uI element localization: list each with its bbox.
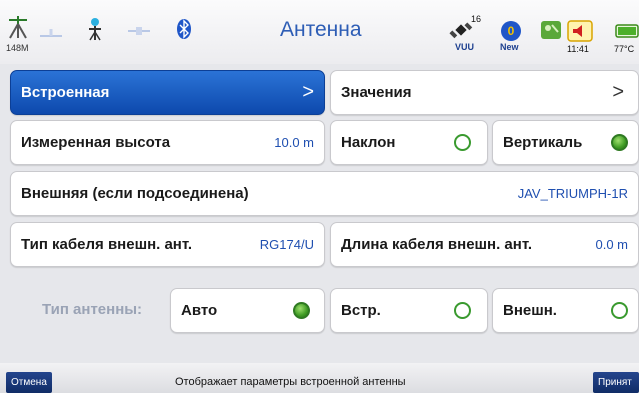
tilt-radio-icon: [454, 134, 471, 151]
measured-height-value: 10.0 m: [274, 135, 314, 150]
wifi-icon: [40, 29, 62, 37]
tilt-label: Наклон: [341, 134, 396, 151]
vertical-label: Вертикаль: [503, 134, 583, 151]
vertical-radio-icon: [611, 134, 628, 151]
cable-length-value: 0.0 m: [595, 237, 628, 252]
vertical-radio-button[interactable]: Вертикаль: [492, 120, 639, 165]
values-label: Значения: [341, 84, 412, 101]
svg-text:0: 0: [508, 24, 515, 38]
builtin-short-radio-icon: [454, 302, 471, 319]
satellite-count: 16: [471, 14, 482, 24]
bluetooth-icon[interactable]: [176, 18, 192, 40]
auto-radio-icon: [293, 302, 310, 319]
external-antenna-label: Внешняя (если подсоединена): [21, 185, 249, 202]
status-bar: 148M Антенна 16 VUU 0 New 11:41 77°C: [0, 0, 639, 64]
builtin-antenna-label: Встроенная: [21, 84, 110, 101]
new-info-icon[interactable]: 0: [500, 20, 522, 42]
cable-type-field[interactable]: Тип кабеля внешн. ант. RG174/U: [10, 222, 325, 267]
builtin-short-label: Встр.: [341, 302, 381, 319]
new-label: New: [500, 42, 519, 52]
battery-icon: [615, 24, 639, 38]
accept-button[interactable]: Принят: [593, 372, 639, 393]
chevron-right-icon: >: [302, 81, 314, 103]
builtin-short-radio-button[interactable]: Встр.: [330, 288, 488, 333]
radio-antenna-icon: [89, 18, 101, 41]
page-title: Антенна: [280, 18, 362, 41]
map-icon[interactable]: [540, 20, 562, 40]
antenna-tripod-icon: [9, 16, 27, 39]
tilt-radio-button[interactable]: Наклон: [330, 120, 488, 165]
hint-text: Отображает параметры встроенной антенны: [175, 376, 406, 388]
cable-length-label: Длина кабеля внешн. ант.: [341, 236, 533, 253]
network-icon: [128, 27, 150, 35]
external-short-radio-button[interactable]: Внешн.: [492, 288, 639, 333]
antenna-type-label: Тип антенны:: [42, 301, 143, 318]
builtin-antenna-button[interactable]: Встроенная >: [10, 70, 325, 115]
cable-length-field[interactable]: Длина кабеля внешн. ант. 0.0 m: [330, 222, 639, 267]
external-antenna-value: JAV_TRIUMPH-1R: [517, 186, 628, 201]
values-button[interactable]: Значения >: [330, 70, 639, 115]
measured-height-field[interactable]: Измеренная высота 10.0 m: [10, 120, 325, 165]
external-short-label: Внешн.: [503, 302, 557, 319]
chevron-right-icon: >: [612, 81, 624, 103]
auto-label: Авто: [181, 302, 218, 319]
cancel-button[interactable]: Отмена: [6, 372, 52, 393]
external-antenna-button[interactable]: Внешняя (если подсоединена) JAV_TRIUMPH-…: [10, 171, 639, 216]
measured-height-label: Измеренная высота: [21, 134, 171, 151]
cable-type-label: Тип кабеля внешн. ант.: [21, 236, 193, 253]
cable-type-value: RG174/U: [259, 237, 314, 252]
memory-label: 148M: [6, 43, 29, 53]
speaker-icon[interactable]: [567, 20, 593, 42]
temperature-label: 77°C: [614, 44, 635, 54]
satellite-label: VUU: [455, 42, 475, 52]
auto-radio-button[interactable]: Авто: [170, 288, 325, 333]
external-short-radio-icon: [611, 302, 628, 319]
time-label: 11:41: [567, 44, 589, 54]
